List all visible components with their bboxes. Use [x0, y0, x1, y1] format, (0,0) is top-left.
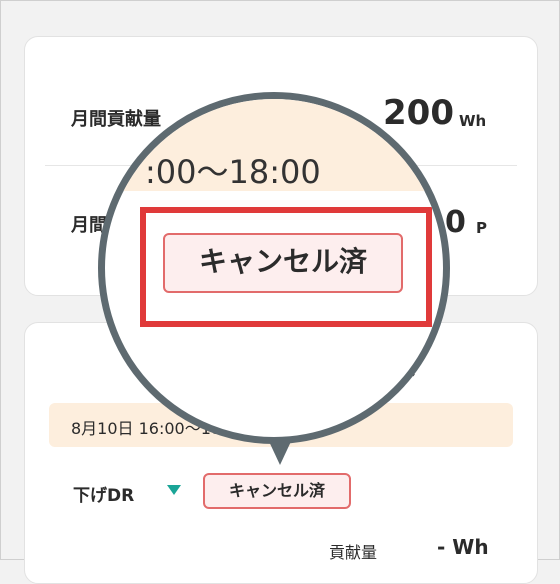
monthly-contribution-unit: Wh — [459, 112, 487, 130]
contribution-value: - Wh — [437, 535, 489, 559]
monthly-points-value: 0 — [445, 205, 466, 240]
down-arrow-icon — [167, 485, 181, 495]
magnifier: :00〜18:00 キャンセル済 — [98, 92, 450, 444]
status-badge: キャンセル済 — [203, 473, 351, 509]
magnified-time: :00〜18:00 — [145, 153, 321, 191]
event-type-label: 下げDR — [73, 486, 135, 506]
magnified-status-badge: キャンセル済 — [163, 233, 403, 293]
contribution-label: 貢献量 — [329, 543, 378, 562]
monthly-points-unit: P — [476, 219, 487, 237]
